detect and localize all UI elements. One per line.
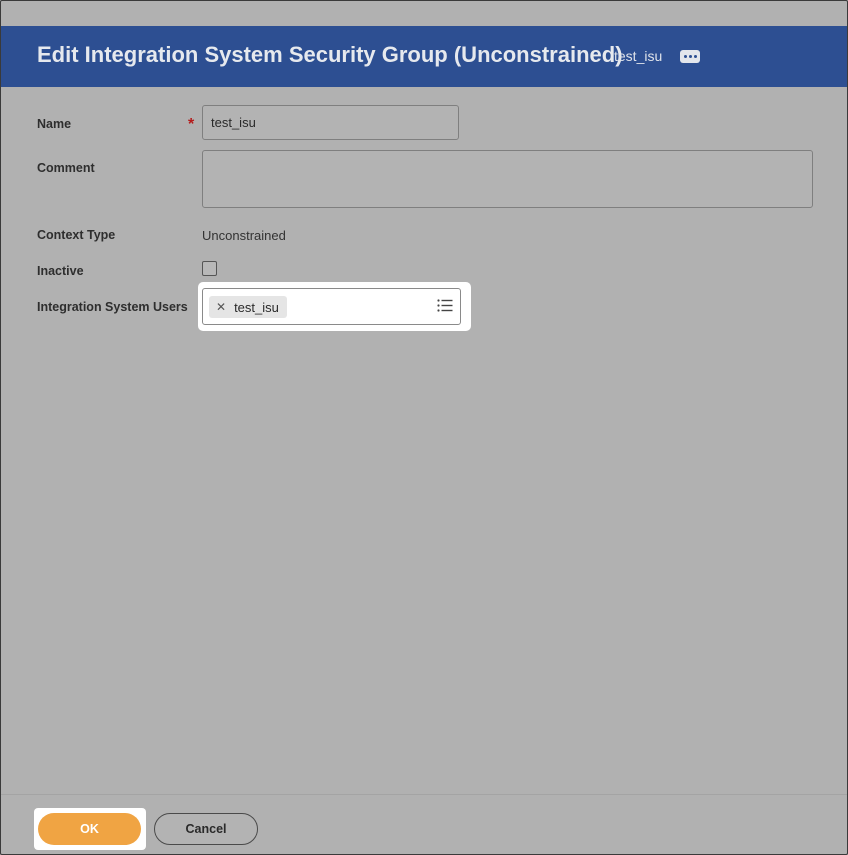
context-type-value: Unconstrained [202,228,286,243]
ok-button[interactable]: OK [38,813,141,845]
name-field[interactable]: test_isu [202,105,459,140]
comment-field[interactable] [202,150,813,208]
page-header: Edit Integration System Security Group (… [1,26,847,87]
selected-item-label: test_isu [234,299,279,315]
cancel-button[interactable]: Cancel [154,813,258,845]
inactive-checkbox[interactable] [202,261,217,276]
list-icon[interactable] [437,299,453,312]
inactive-label: Inactive [37,264,84,278]
integration-system-users-label: Integration System Users [37,300,188,314]
ellipsis-dot [693,55,697,58]
page-title: Edit Integration System Security Group (… [37,42,623,67]
related-actions-button[interactable] [680,50,700,63]
comment-label: Comment [37,161,95,175]
context-type-label: Context Type [37,228,116,242]
integration-system-users-prompt[interactable]: ✕ test_isu [202,288,461,325]
header-object-name[interactable]: test_isu [614,48,662,64]
ellipsis-dot [688,55,692,58]
selected-item-pill[interactable]: ✕ test_isu [209,296,287,318]
ellipsis-icon [683,55,687,58]
required-marker: * [188,116,195,133]
name-label: Name [37,117,72,131]
footer-divider [1,794,847,795]
close-icon[interactable]: ✕ [216,300,226,314]
